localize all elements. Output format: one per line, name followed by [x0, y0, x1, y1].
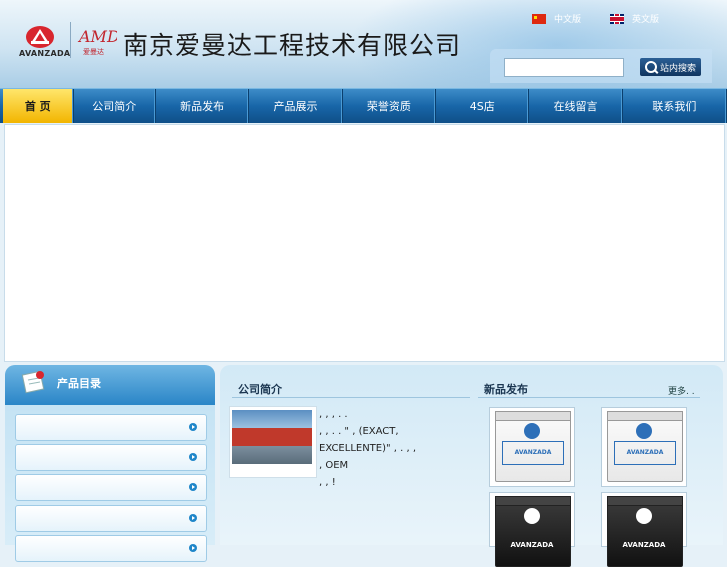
- product-label: AVANZADA: [622, 541, 666, 549]
- brand-name: AVANZADA: [19, 49, 71, 58]
- about-line: , , !: [319, 477, 336, 488]
- nav-item-new-products[interactable]: 新品发布: [156, 89, 250, 123]
- about-line: , , . . " , (EXACT,: [319, 426, 399, 437]
- battery-image: AVANZADA: [607, 411, 683, 482]
- china-flag-icon: [532, 13, 546, 24]
- product-label: AVANZADA: [502, 441, 564, 465]
- battery-top: [607, 411, 683, 421]
- photo-ground: [232, 446, 312, 464]
- arrow-right-icon: [189, 483, 197, 491]
- lang-chinese[interactable]: 中文版: [532, 12, 581, 25]
- lang-chinese-label: 中文版: [554, 15, 582, 25]
- search-icon: [644, 61, 657, 73]
- arrow-right-icon: [189, 423, 197, 431]
- about-divider: [232, 397, 470, 398]
- avanzada-logo-icon: [524, 423, 540, 439]
- svg-text:爱曼达: 爱曼达: [83, 47, 104, 56]
- search-button-label: 站内搜索: [659, 63, 696, 74]
- about-title: 公司简介: [238, 383, 282, 396]
- nav-item-contact[interactable]: 联系我们: [623, 89, 727, 123]
- product-catalog-panel: 产品目录: [5, 365, 215, 562]
- nav-item-4s-store[interactable]: 4S店: [436, 89, 530, 123]
- amd-logo-icon: AMD 爱曼达: [77, 27, 117, 56]
- catalog-item[interactable]: [15, 444, 207, 471]
- battery-top: [495, 411, 571, 421]
- product-thumb[interactable]: AVANZADA: [601, 492, 687, 567]
- banner-area: [4, 124, 725, 362]
- nav-item-home[interactable]: 首 页: [3, 89, 74, 123]
- battery-image: AVANZADA: [607, 496, 683, 567]
- lang-english[interactable]: 英文版: [610, 12, 659, 25]
- avanzada-logo-icon: [524, 508, 540, 524]
- catalog-item[interactable]: [15, 535, 207, 562]
- battery-image: AVANZADA: [495, 496, 571, 567]
- more-link[interactable]: 更多. .: [668, 384, 695, 397]
- battery-top: [495, 496, 571, 506]
- company-photo[interactable]: [229, 406, 317, 478]
- arrow-right-icon: [189, 544, 197, 552]
- battery-image: AVANZADA: [495, 411, 571, 482]
- arrow-right-icon: [189, 453, 197, 461]
- photo-sky: [232, 410, 312, 428]
- product-thumb[interactable]: AVANZADA: [601, 407, 687, 487]
- photo-building: [232, 428, 312, 446]
- search-button[interactable]: 站内搜索: [640, 58, 701, 76]
- news-divider: [478, 397, 700, 398]
- nav-item-products[interactable]: 产品展示: [249, 89, 343, 123]
- catalog-item[interactable]: [15, 474, 207, 501]
- about-text: , , , . . , , . . " , (EXACT, EXCELLENTE…: [319, 406, 469, 491]
- product-thumb[interactable]: AVANZADA: [489, 492, 575, 567]
- nav-item-honors[interactable]: 荣誉资质: [343, 89, 437, 123]
- nav-item-message[interactable]: 在线留言: [529, 89, 623, 123]
- notepad-pin-icon: [21, 370, 45, 394]
- nav-item-about[interactable]: 公司简介: [74, 89, 156, 123]
- battery-top: [607, 496, 683, 506]
- product-label: AVANZADA: [510, 541, 554, 549]
- company-name: 南京爱曼达工程技术有限公司: [123, 31, 462, 60]
- avanzada-logo-icon: [636, 423, 652, 439]
- main-nav: 首 页 公司简介 新品发布 产品展示 荣誉资质 4S店 在线留言 联系我们: [0, 88, 727, 123]
- catalog-item[interactable]: [15, 505, 207, 532]
- about-line: EXCELLENTE)" , . , ,: [319, 443, 417, 454]
- search-input[interactable]: [504, 58, 624, 77]
- catalog-title: 产品目录: [57, 377, 101, 390]
- lang-english-label: 英文版: [632, 15, 660, 25]
- product-label: AVANZADA: [614, 441, 676, 465]
- avanzada-logo-icon: [636, 508, 652, 524]
- news-title: 新品发布: [484, 383, 528, 396]
- logo-divider: [70, 22, 71, 58]
- svg-text:AMD: AMD: [77, 27, 117, 46]
- product-thumb[interactable]: AVANZADA: [489, 407, 575, 487]
- catalog-item[interactable]: [15, 414, 207, 441]
- arrow-right-icon: [189, 514, 197, 522]
- about-line: , , , . .: [319, 409, 348, 420]
- catalog-header: 产品目录: [5, 365, 215, 405]
- about-line: , OEM: [319, 460, 349, 471]
- uk-flag-icon: [610, 13, 624, 24]
